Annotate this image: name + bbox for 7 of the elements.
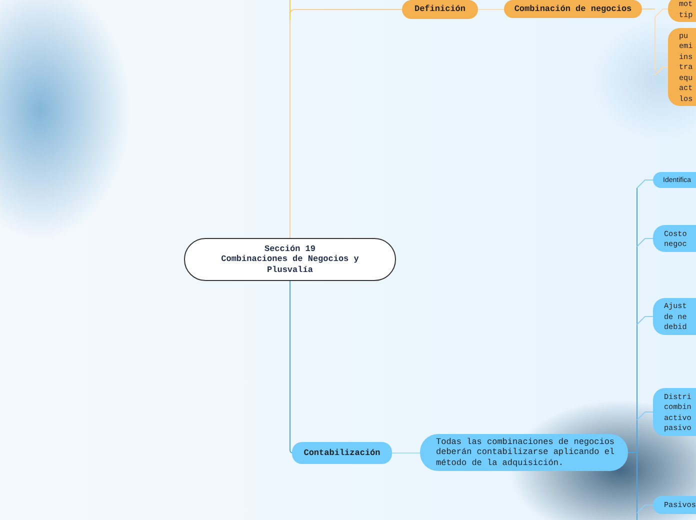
- subtopic-node[interactable]: Todas las combinaciones de negocios deberán contabilizarse aplicando el método de la adquisición.: [420, 434, 628, 471]
- subtopic-node[interactable]: Combinación de negocios: [504, 0, 642, 18]
- connector-line: [478, 9, 504, 10]
- connector-line: [392, 452, 420, 454]
- topic-node[interactable]: Contabilización: [292, 442, 392, 464]
- topic-node[interactable]: Definición: [402, 0, 478, 19]
- central-topic-node[interactable]: Sección 19 Combinaciones de Negocios y Plusvalía: [184, 238, 396, 281]
